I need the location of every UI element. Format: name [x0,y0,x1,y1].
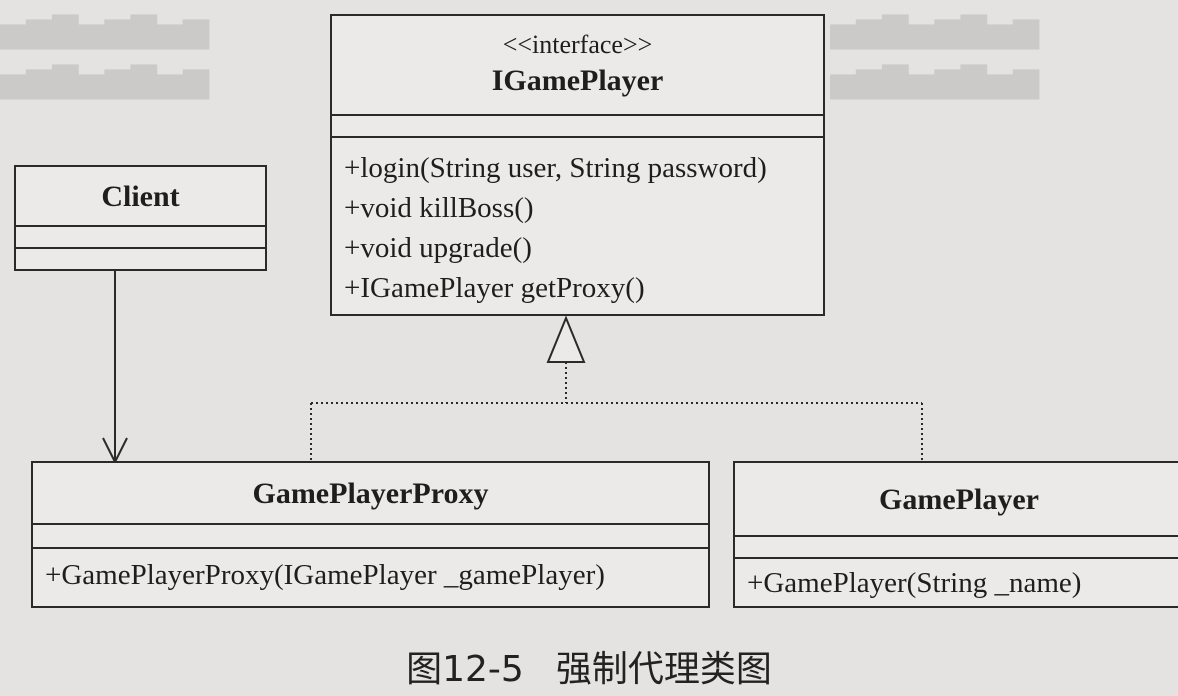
interface-attributes [332,116,823,138]
realization-triangle [546,315,586,363]
figure-caption: 图12-5 强制代理类图 [0,640,1178,692]
class-client: Client [14,165,267,271]
figure-number: 图12-5 [406,649,524,690]
client-attributes [16,227,265,249]
proxy-operations: +GamePlayerProxy(IGamePlayer _gamePlayer… [33,549,708,595]
operation-proxy-constructor: +GamePlayerProxy(IGamePlayer _gamePlayer… [45,559,605,591]
figure-title: 强制代理类图 [555,649,772,690]
client-name: Client [16,167,265,227]
interface-name: IGamePlayer [491,64,664,97]
operation-login: +login(String user, String password) [344,152,767,184]
operation-upgrade: +void upgrade() [344,232,532,264]
interface-header: <<interface>> IGamePlayer [332,16,823,116]
interface-operations: +login(String user, String password) +vo… [332,138,823,308]
client-operations [16,249,265,269]
interface-stereotype: <<interface>> [502,30,653,59]
player-attributes [735,537,1178,559]
player-name: GamePlayer [735,463,1178,537]
operation-getproxy: +IGamePlayer getProxy() [344,272,645,304]
proxy-name: GamePlayerProxy [33,463,708,525]
operation-killboss: +void killBoss() [344,192,534,224]
class-gameplayerproxy: GamePlayerProxy +GamePlayerProxy(IGamePl… [31,461,710,608]
player-operations: +GamePlayer(String _name) [735,559,1178,603]
proxy-attributes [33,525,708,549]
operation-player-constructor: +GamePlayer(String _name) [747,567,1082,599]
interface-igameplayer: <<interface>> IGamePlayer +login(String … [330,14,825,316]
class-gameplayer: GamePlayer +GamePlayer(String _name) [733,461,1178,608]
